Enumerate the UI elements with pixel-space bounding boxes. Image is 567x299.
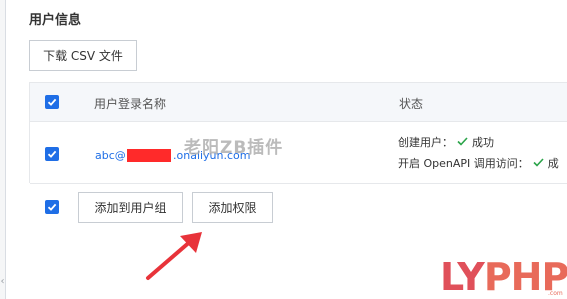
user-table: 用户登录名称 状态 abc@ .onaliyun.com 创建用户： 成功 开启… [29,82,567,184]
status-openapi: 开启 OpenAPI 调用访问： 成 [398,155,559,171]
section-title: 用户信息 [29,13,82,28]
checkbox-checked-icon [47,203,57,211]
redaction-bar [127,149,171,162]
user-login-name[interactable]: abc@ .onaliyun.com [95,149,251,162]
add-permission-button[interactable]: 添加权限 [192,192,273,223]
table-row: abc@ .onaliyun.com 创建用户： 成功 开启 OpenAPI 调… [30,122,567,184]
select-all-checkbox[interactable] [45,95,59,109]
email-prefix: abc@ [95,149,126,162]
download-csv-button[interactable]: 下载 CSV 文件 [29,40,137,71]
check-icon [457,136,468,149]
status-value: 成功 [472,136,494,149]
status-value: 成 [547,157,559,170]
table-header: 用户登录名称 状态 [30,83,567,122]
status-label: 创建用户： [398,136,453,149]
bulk-select-checkbox[interactable] [45,200,59,214]
status-label: 开启 OpenAPI 调用访问： [398,157,529,170]
left-rail: ‹ [0,0,6,299]
checkbox-checked-icon [47,150,57,158]
row-checkbox[interactable] [45,147,59,161]
checkbox-checked-icon [47,98,57,106]
annotation-arrow-icon [146,232,202,280]
column-header-status: 状态 [399,97,424,111]
check-icon [533,157,544,170]
status-create-user: 创建用户： 成功 [398,134,494,150]
site-logo-suffix: .com [548,290,563,297]
chevron-left-icon[interactable]: ‹ [0,272,5,292]
add-to-group-button[interactable]: 添加到用户组 [78,192,183,223]
column-header-username: 用户登录名称 [94,97,167,111]
watermark: 老阳ZB插件 [184,138,284,158]
